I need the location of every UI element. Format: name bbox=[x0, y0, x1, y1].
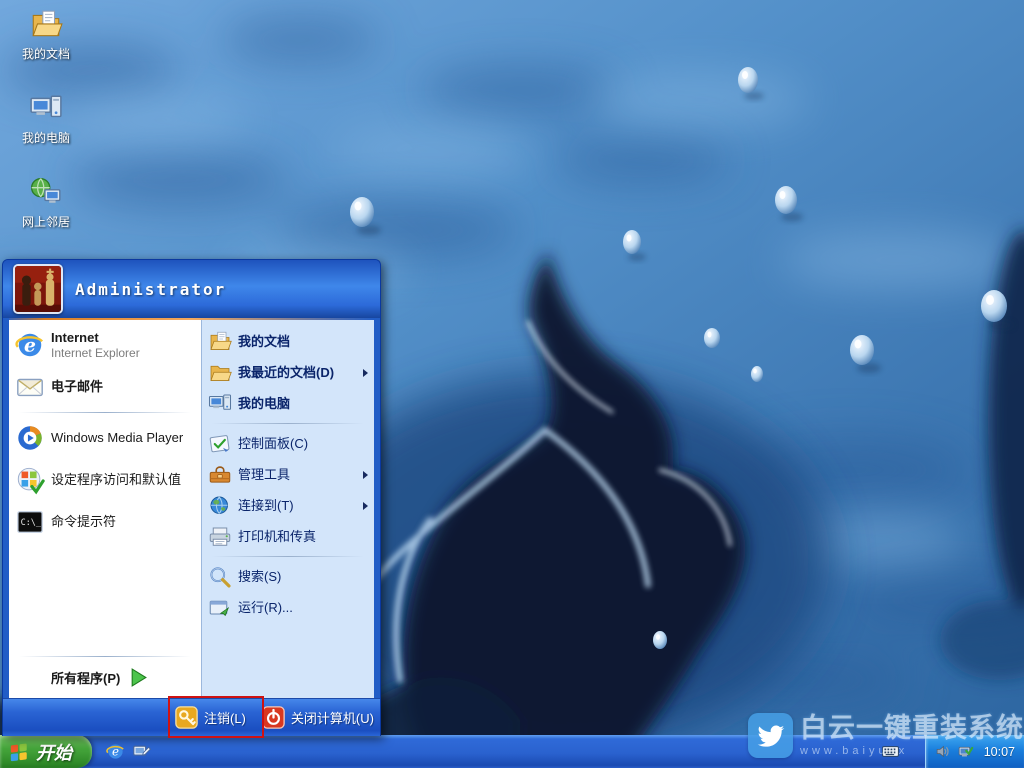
start-menu-body: e InternetInternet Explorer 电子邮件 Windows Me… bbox=[9, 320, 374, 698]
shutdown-power-icon bbox=[262, 706, 285, 729]
menu-item-my-computer[interactable]: 我的电脑 bbox=[204, 388, 372, 419]
menu-item-printers-faxes[interactable]: 打印机和传真 bbox=[204, 521, 372, 552]
logoff-button[interactable]: 注销(L) bbox=[175, 706, 246, 729]
search-icon bbox=[208, 565, 232, 589]
desktop-icon-label: 我的电脑 bbox=[22, 129, 70, 146]
taskbar-clock[interactable]: 10:07 bbox=[984, 745, 1015, 759]
taskbar: 开始 e 10:07 bbox=[0, 735, 1024, 768]
submenu-arrow-icon bbox=[363, 502, 368, 510]
menu-item-cmd[interactable]: C:\_ 命令提示符 bbox=[11, 501, 199, 543]
start-menu-footer: 注销(L) 关闭计算机(U) bbox=[3, 698, 380, 736]
menu-item-label: 搜索(S) bbox=[238, 569, 281, 585]
shutdown-label: 关闭计算机(U) bbox=[291, 708, 374, 727]
menu-item-sublabel: Internet Explorer bbox=[51, 346, 140, 360]
menu-item-wmp[interactable]: Windows Media Player bbox=[11, 417, 199, 459]
submenu-arrow-icon bbox=[363, 369, 368, 377]
tray-device-icon[interactable] bbox=[957, 743, 974, 760]
control-panel-icon bbox=[208, 432, 232, 456]
menu-item-connect-to[interactable]: 连接到(T) bbox=[204, 490, 372, 521]
menu-separator bbox=[212, 423, 364, 424]
internet-explorer-quicklaunch-icon[interactable]: e bbox=[106, 742, 125, 761]
menu-item-internet[interactable]: e InternetInternet Explorer bbox=[11, 324, 199, 366]
menu-item-label: 管理工具 bbox=[238, 467, 290, 483]
recent-documents-icon bbox=[208, 361, 232, 385]
svg-text:C:\_: C:\_ bbox=[21, 517, 42, 527]
menu-separator bbox=[19, 656, 191, 657]
all-programs-button[interactable]: 所有程序(P) bbox=[11, 661, 199, 696]
my-computer-icon bbox=[208, 392, 232, 416]
menu-item-admin-tools[interactable]: 管理工具 bbox=[204, 459, 372, 490]
all-programs-arrow-icon bbox=[130, 668, 147, 687]
menu-item-label: 运行(R)... bbox=[238, 600, 293, 616]
user-name: Administrator bbox=[75, 280, 226, 299]
logoff-key-icon bbox=[175, 706, 198, 729]
start-button-label: 开始 bbox=[36, 739, 72, 765]
language-keyboard-icon[interactable] bbox=[882, 745, 899, 758]
desktop-icon-list: 我的文档我的电脑网上邻居 bbox=[8, 8, 84, 230]
run-icon bbox=[208, 596, 232, 620]
my-computer-icon bbox=[29, 92, 63, 126]
start-button[interactable]: 开始 bbox=[0, 735, 92, 768]
menu-item-label: 我的电脑 bbox=[238, 396, 290, 412]
my-documents-icon bbox=[29, 8, 63, 42]
system-tray: 10:07 bbox=[925, 735, 1024, 768]
menu-item-label: 我最近的文档(D) bbox=[238, 365, 334, 381]
menu-item-my-documents[interactable]: 我的文档 bbox=[204, 326, 372, 357]
start-menu-right-column: 我的文档我最近的文档(D) 我的电脑控制面板(C) 管理工具连接到(T) 打印机和传真… bbox=[201, 320, 374, 698]
menu-separator bbox=[212, 556, 364, 557]
wmp-icon bbox=[15, 423, 45, 453]
logoff-label: 注销(L) bbox=[204, 708, 246, 727]
show-desktop-icon[interactable] bbox=[132, 742, 151, 761]
user-avatar bbox=[13, 264, 63, 314]
menu-item-search[interactable]: 搜索(S) bbox=[204, 561, 372, 592]
menu-item-label: 打印机和传真 bbox=[238, 529, 316, 545]
menu-item-label: Windows Media Player bbox=[51, 430, 183, 446]
start-menu: Administrator e InternetInternet Explorer… bbox=[2, 259, 381, 736]
menu-item-control-panel[interactable]: 控制面板(C) bbox=[204, 428, 372, 459]
menu-item-label: 设定程序访问和默认值 bbox=[51, 472, 181, 488]
program-access-icon bbox=[15, 465, 45, 495]
cmd-icon: C:\_ bbox=[15, 507, 45, 537]
printers-faxes-icon bbox=[208, 525, 232, 549]
volume-icon[interactable] bbox=[935, 743, 952, 760]
submenu-arrow-icon bbox=[363, 471, 368, 479]
email-icon bbox=[15, 372, 45, 402]
connect-to-icon bbox=[208, 494, 232, 518]
menu-item-program-access[interactable]: 设定程序访问和默认值 bbox=[11, 459, 199, 501]
desktop-icon-my-documents[interactable]: 我的文档 bbox=[8, 8, 84, 62]
windows-flag-icon bbox=[9, 742, 29, 762]
internet-explorer-icon: e bbox=[15, 330, 45, 360]
shutdown-button[interactable]: 关闭计算机(U) bbox=[262, 706, 374, 729]
menu-item-recent-documents[interactable]: 我最近的文档(D) bbox=[204, 357, 372, 388]
menu-separator bbox=[19, 412, 191, 413]
desktop-icon-network-places[interactable]: 网上邻居 bbox=[8, 176, 84, 230]
desktop-icon-label: 我的文档 bbox=[22, 45, 70, 62]
all-programs-label: 所有程序(P) bbox=[51, 668, 120, 687]
desktop-icon-my-computer[interactable]: 我的电脑 bbox=[8, 92, 84, 146]
start-menu-left-column: e InternetInternet Explorer 电子邮件 Windows Me… bbox=[9, 320, 201, 698]
menu-item-label: 连接到(T) bbox=[238, 498, 294, 514]
menu-item-run[interactable]: 运行(R)... bbox=[204, 592, 372, 623]
my-documents-icon bbox=[208, 330, 232, 354]
menu-item-label: 我的文档 bbox=[238, 334, 290, 350]
start-menu-header: Administrator bbox=[3, 260, 380, 318]
desktop-icon-label: 网上邻居 bbox=[22, 213, 70, 230]
menu-item-label: 控制面板(C) bbox=[238, 436, 308, 452]
menu-item-label: Internet bbox=[51, 330, 140, 346]
menu-item-label: 命令提示符 bbox=[51, 514, 116, 530]
admin-tools-icon bbox=[208, 463, 232, 487]
menu-item-email[interactable]: 电子邮件 bbox=[11, 366, 199, 408]
network-places-icon bbox=[29, 176, 63, 210]
menu-item-label: 电子邮件 bbox=[51, 379, 103, 395]
windows-xp-desktop: 我的文档我的电脑网上邻居 Administrator eInternetInte… bbox=[0, 0, 1024, 768]
quick-launch: e bbox=[106, 742, 151, 761]
